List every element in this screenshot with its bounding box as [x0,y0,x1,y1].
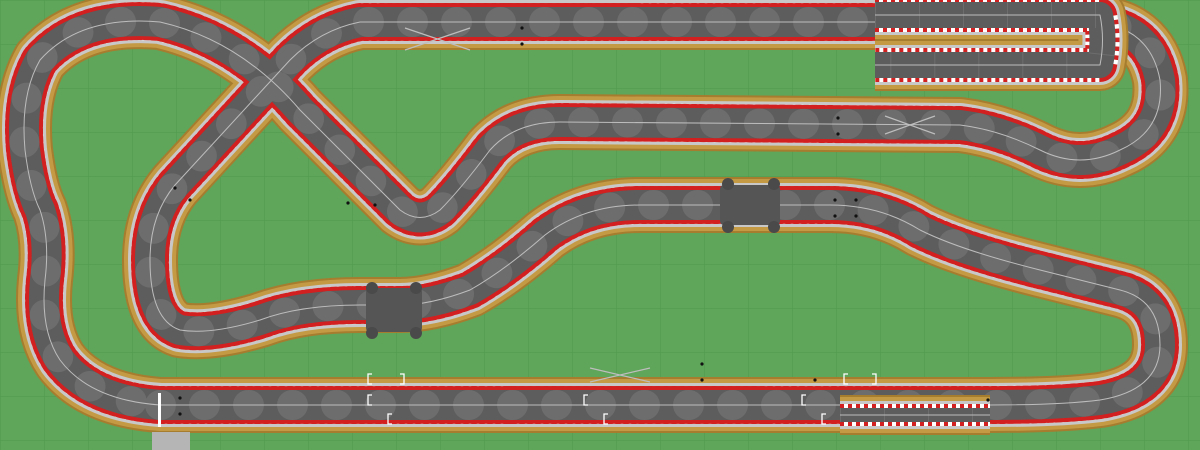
slot-car-track-layout [0,0,1200,450]
bridge-pier-icon [366,282,378,294]
back-straight-spur [875,0,1129,91]
bridge-pier-icon [768,178,780,190]
control-box [152,432,190,450]
start-finish-line-icon [158,393,161,427]
bridge-pier-icon [366,327,378,339]
bridge-pier-icon [768,221,780,233]
bridge-pier-icon [410,327,422,339]
bridge-pier-icon [722,221,734,233]
bridge-lower [366,282,422,339]
bridge-pier-icon [722,178,734,190]
track-canvas [0,0,1200,450]
bridge-pier-icon [410,282,422,294]
bridge-middle [720,178,780,233]
